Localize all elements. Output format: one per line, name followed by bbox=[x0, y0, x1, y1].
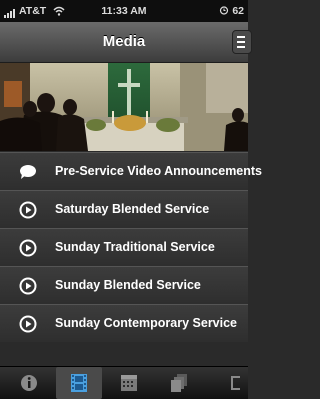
tab-media[interactable] bbox=[56, 367, 102, 399]
tab-more[interactable] bbox=[206, 367, 252, 399]
menu-button[interactable] bbox=[232, 30, 252, 54]
list-item[interactable]: Pre-Service Video Announcements bbox=[0, 152, 262, 190]
navigation-bar: Media bbox=[0, 22, 252, 63]
list-item[interactable]: Sunday Blended Service bbox=[0, 266, 248, 304]
play-circle-icon bbox=[19, 201, 37, 219]
info-icon bbox=[21, 375, 37, 391]
tab-stack[interactable] bbox=[156, 367, 202, 399]
calendar-icon bbox=[121, 375, 137, 391]
list-item[interactable]: Sunday Contemporary Service bbox=[0, 304, 248, 342]
list-item-label: Pre-Service Video Announcements bbox=[55, 164, 263, 178]
battery-indicator: 62 bbox=[219, 5, 244, 17]
tab-info[interactable] bbox=[6, 367, 52, 399]
play-circle-icon bbox=[19, 277, 37, 295]
list-item[interactable]: Sunday Traditional Service bbox=[0, 228, 248, 266]
list-item-label: Sunday Traditional Service bbox=[55, 240, 215, 254]
media-list: Pre-Service Video Announcements Saturday… bbox=[0, 152, 262, 366]
sanctuary-image bbox=[0, 63, 248, 151]
list-item[interactable]: Saturday Blended Service bbox=[0, 190, 248, 228]
clock: 11:33 AM bbox=[101, 5, 147, 17]
film-icon bbox=[71, 374, 87, 392]
speech-bubble-icon bbox=[20, 165, 36, 179]
church-sanctuary-photo bbox=[0, 63, 248, 151]
more-icon bbox=[231, 376, 240, 390]
alarm-icon bbox=[220, 6, 229, 15]
list-item-label: Sunday Blended Service bbox=[55, 278, 201, 292]
play-circle-icon bbox=[19, 239, 37, 257]
list-item-label: Saturday Blended Service bbox=[55, 202, 210, 216]
status-bar: AT&T 11:33 AM 62 bbox=[0, 0, 248, 22]
tab-bar bbox=[0, 366, 248, 399]
tab-calendar[interactable] bbox=[106, 367, 152, 399]
battery-percent: 62 bbox=[232, 5, 244, 17]
play-circle-icon bbox=[19, 315, 37, 333]
list-item-label: Sunday Contemporary Service bbox=[55, 316, 238, 330]
stack-icon bbox=[171, 374, 187, 392]
page-title: Media bbox=[102, 33, 146, 50]
